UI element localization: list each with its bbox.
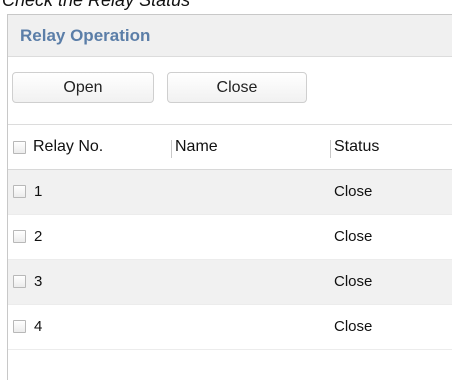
table-row[interactable]: 3 Close <box>8 260 452 305</box>
relay-no-cell: 1 <box>34 183 43 200</box>
panel-header: Relay Operation <box>8 15 452 57</box>
relay-operation-panel: Relay Operation Open Close Relay No. Nam… <box>7 14 452 380</box>
column-header-status[interactable]: Status <box>334 138 379 156</box>
relay-no-cell: 3 <box>34 273 43 290</box>
column-divider[interactable] <box>330 140 331 158</box>
row-checkbox[interactable] <box>13 185 26 198</box>
status-cell: Close <box>334 228 373 245</box>
column-divider[interactable] <box>171 140 172 158</box>
row-checkbox[interactable] <box>13 320 26 333</box>
table-row[interactable]: 1 Close <box>8 170 452 215</box>
caption-text: Check the Relay Status <box>2 0 191 10</box>
open-button[interactable]: Open <box>12 72 154 103</box>
table-row[interactable]: 4 Close <box>8 305 452 350</box>
status-cell: Close <box>334 318 373 335</box>
table-row[interactable]: 2 Close <box>8 215 452 260</box>
panel-title: Relay Operation <box>20 26 151 45</box>
relay-no-cell: 2 <box>34 228 43 245</box>
table-header: Relay No. Name Status <box>8 125 452 170</box>
select-all-checkbox[interactable] <box>13 141 26 154</box>
relay-no-cell: 4 <box>34 318 43 335</box>
row-checkbox[interactable] <box>13 230 26 243</box>
column-header-name[interactable]: Name <box>175 138 218 156</box>
column-header-relay-no[interactable]: Relay No. <box>33 138 103 156</box>
relay-table: Relay No. Name Status 1 Close 2 Close 3 … <box>8 125 452 350</box>
status-cell: Close <box>334 273 373 290</box>
toolbar: Open Close <box>8 57 452 125</box>
status-cell: Close <box>334 183 373 200</box>
page-caption: Check the Relay Status <box>0 0 452 14</box>
close-button[interactable]: Close <box>167 72 307 103</box>
row-checkbox[interactable] <box>13 275 26 288</box>
